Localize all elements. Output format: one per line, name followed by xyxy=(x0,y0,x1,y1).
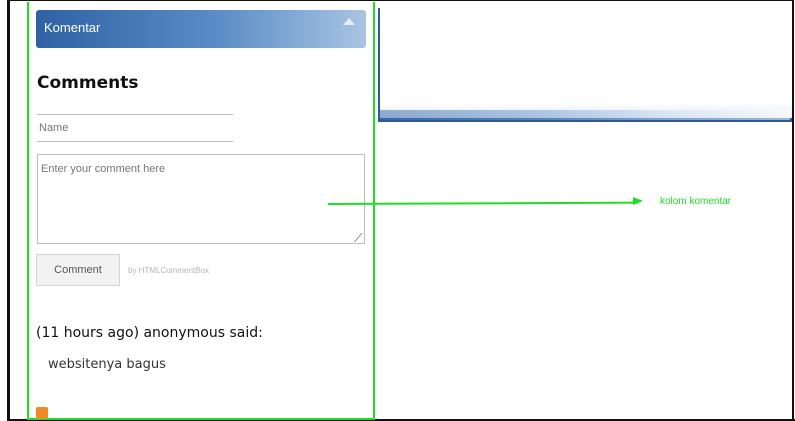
panel-top-strip xyxy=(29,2,373,10)
site-banner xyxy=(378,8,792,122)
name-input[interactable] xyxy=(37,114,233,142)
comment-textarea[interactable] xyxy=(37,154,365,244)
comment-text: websitenya bagus xyxy=(48,357,166,372)
resize-handle-icon[interactable]: ⟋ xyxy=(354,232,362,244)
left-edge xyxy=(0,0,10,421)
powered-by-link[interactable]: by HTMLCommentBox xyxy=(128,266,209,275)
rss-icon[interactable] xyxy=(36,407,48,419)
annotation-label: kolom komentar xyxy=(660,196,732,207)
widget-header-title: Komentar xyxy=(44,20,101,35)
frame-border-right xyxy=(792,0,794,421)
annotation-arrow-head-icon xyxy=(633,197,643,205)
banner-gradient-strip xyxy=(380,110,790,120)
comment-meta: (11 hours ago) anonymous said: xyxy=(36,325,263,341)
comments-heading: Comments xyxy=(37,73,139,93)
comment-submit-button[interactable]: Comment xyxy=(36,254,120,286)
collapse-arrow-icon[interactable] xyxy=(343,18,355,25)
